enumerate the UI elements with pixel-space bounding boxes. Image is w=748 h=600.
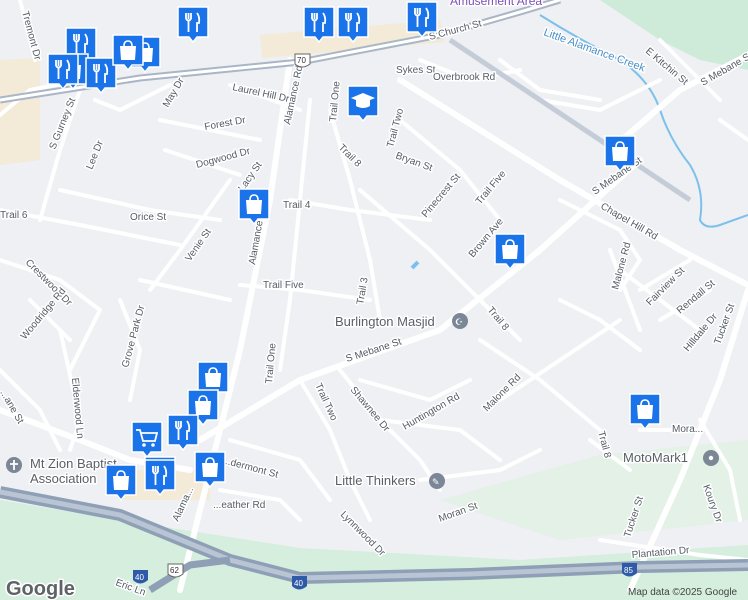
street-label: Trail 4	[283, 200, 311, 211]
shopping-pin-icon[interactable]	[237, 187, 271, 225]
poi-label-motomark: MotoMark1	[623, 450, 688, 465]
i40-shield-south: 40	[292, 576, 307, 590]
poi-label-masjid: Burlington Masjid	[335, 314, 435, 329]
svg-text:40: 40	[135, 573, 144, 582]
svg-text:70: 70	[297, 56, 306, 65]
business-poi-dot	[708, 455, 714, 461]
area-label: Amusement Area	[450, 0, 542, 8]
shopping-pin-icon[interactable]	[493, 232, 527, 270]
street-label: Sykes St	[396, 65, 436, 76]
us70-shield: 70	[294, 53, 311, 68]
restaurant-pin-icon[interactable]	[46, 52, 80, 90]
restaurant-pin-icon[interactable]	[176, 5, 210, 43]
school-poi-glyph: ✎	[432, 478, 440, 488]
map-credit: Map data ©2025 Google	[628, 587, 738, 598]
restaurant-pin-icon[interactable]	[143, 458, 177, 496]
restaurant-pin-icon[interactable]	[336, 5, 370, 43]
street-label: Trail 6	[0, 210, 28, 221]
street-label: Orice St	[130, 212, 166, 223]
shopping-pin-icon[interactable]	[193, 450, 227, 488]
grocery-pin-icon[interactable]	[130, 420, 164, 458]
street-label: Trail Five	[263, 280, 304, 291]
svg-text:62: 62	[170, 566, 179, 575]
poi-label-thinkers: Little Thinkers	[335, 473, 416, 488]
map-view[interactable]: Tremont Dr S Church St Amusement Area Li…	[0, 0, 748, 600]
shopping-pin-icon[interactable]	[603, 134, 637, 172]
shopping-pin-icon[interactable]	[111, 33, 145, 71]
restaurant-pin-icon[interactable]	[302, 5, 336, 43]
restaurant-pin-icon[interactable]	[166, 413, 200, 451]
street-label: Mora...	[672, 424, 703, 435]
mosque-glyph: ☪	[455, 318, 463, 328]
restaurant-pin-icon[interactable]	[405, 0, 439, 38]
svg-text:40: 40	[294, 579, 303, 588]
google-logo: Google	[6, 578, 75, 600]
street-label: Overbrook Rd	[433, 72, 495, 83]
school-pin-icon[interactable]	[346, 84, 380, 122]
i40-shield-west: 40	[133, 570, 148, 584]
shopping-pin-icon[interactable]	[104, 463, 138, 501]
shopping-pin-icon[interactable]	[628, 392, 662, 430]
svg-text:85: 85	[624, 566, 633, 575]
street-label: ...eather Rd	[213, 500, 265, 511]
us62-shield: 62	[167, 563, 184, 578]
poi-label-mtzion-2: Association	[30, 471, 96, 486]
i85-shield: 85	[622, 563, 637, 577]
